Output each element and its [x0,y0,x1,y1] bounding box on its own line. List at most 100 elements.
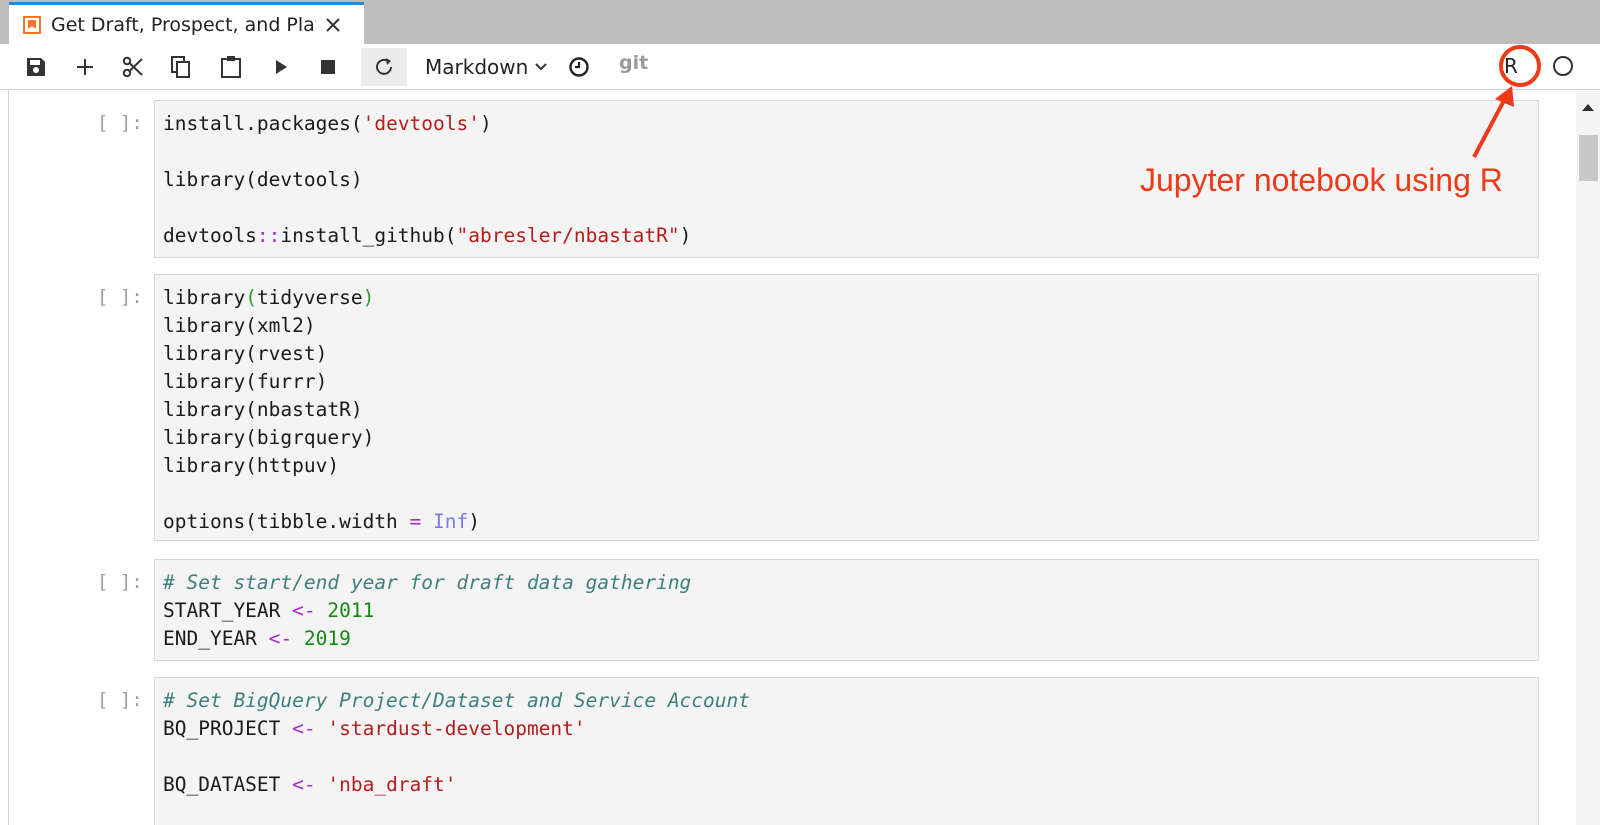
code-line: # Set start/end year for draft data gath… [163,569,1530,597]
code-line: library(bigrquery) [163,424,1530,452]
cut-button[interactable] [110,48,156,86]
jupyterlab-window: Get Draft, Prospect, and Player Data.ipy… [0,0,1600,825]
chevron-down-icon [534,62,548,72]
code-token: library(rvest) [163,342,328,365]
history-button[interactable] [556,48,602,86]
code-line: BQ_DATASET <- 'nba_draft' [163,771,1530,799]
close-icon[interactable] [322,14,344,36]
code-token: library(bigrquery) [163,426,375,449]
save-icon [27,58,45,76]
code-token: install.packages( [163,112,363,135]
code-line: library(httpuv) [163,452,1530,480]
code-token: library(nbastatR) [163,398,363,421]
run-icon [276,60,287,74]
tab-bar: Get Draft, Prospect, and Player Data.ipy… [0,0,1600,45]
cell-type-label: Markdown [425,55,529,79]
code-token: 'stardust-development' [327,717,586,740]
code-line: # Set BigQuery Project/Dataset and Servi… [163,687,1530,715]
code-token: ( [245,286,257,309]
git-button[interactable]: git [619,52,648,74]
code-token: = [409,510,422,533]
kernel-name[interactable]: R [1504,54,1518,78]
code-line: library(xml2) [163,312,1530,340]
restart-icon [376,58,392,75]
code-line: library(rvest) [163,340,1530,368]
code-line: options(tibble.width = Inf) [163,508,1530,536]
code-token: 'devtools' [362,112,480,135]
copy-button[interactable] [158,48,204,86]
code-token: :: [256,224,281,247]
code-token: 2011 [327,599,375,622]
cell-editor[interactable]: library(tidyverse) library(xml2) library(r… [154,274,1539,541]
code-token: tidyverse [256,286,363,309]
code-token: options(tibble.width [163,510,410,533]
stop-icon [321,60,335,74]
code-token: BQ_PROJECT [163,717,293,740]
code-token: ) [362,286,375,309]
code-token: <- [292,773,316,796]
code-token: START_YEAR [163,599,293,622]
paste-icon [221,56,241,78]
code-token: <- [268,627,293,650]
code-token: devtools [163,224,257,247]
code-token: ) [468,510,481,533]
code-line: BQ_PROJECT <- 'stardust-development' [163,715,1530,743]
code-token: <- [292,599,316,622]
scroll-up-icon[interactable] [1580,100,1596,116]
notebook-icon [23,16,41,34]
code-token: ) [480,112,492,135]
tab-title: Get Draft, Prospect, and Player Data.ipy… [51,14,316,36]
save-button[interactable] [13,48,59,86]
code-line: START_YEAR <- 2011 [163,597,1530,625]
kernel-status-indicator [1553,56,1573,76]
code-token: library(xml2) [163,314,316,337]
restart-button[interactable] [361,48,407,86]
execution-prompt: [ ]: [97,571,143,593]
notebook-tab[interactable]: Get Draft, Prospect, and Player Data.ipy… [9,2,364,45]
clock-icon [569,57,589,77]
paste-button[interactable] [208,48,254,86]
code-token: # Set BigQuery Project/Dataset and Servi… [163,689,750,712]
notebook-toolbar: Markdown git R [0,44,1600,90]
scrollbar-thumb[interactable] [1579,135,1598,181]
code-line: library(tidyverse) [163,284,1530,312]
code-token: # Set start/end year for draft data gath… [163,571,692,594]
code-token: "abresler/nbastatR" [456,224,680,247]
code-token: library [163,286,246,309]
code-token: install_github( [280,224,457,247]
execution-prompt: [ ]: [97,286,143,308]
run-button[interactable] [258,48,304,86]
copy-icon [171,56,190,78]
add-cell-button[interactable] [62,48,108,86]
code-line: END_YEAR <- 2019 [163,625,1530,653]
code-line: library(furrr) [163,368,1530,396]
interrupt-button[interactable] [305,48,351,86]
code-token: BQ_DATASET [163,773,293,796]
code-token: <- [292,717,316,740]
code-line: devtools::install_github("abresler/nbast… [163,222,1530,250]
code-token: library(devtools) [163,168,363,191]
annotation-label: Jupyter notebook using R [1140,162,1503,198]
notebook-panel: [ ]: install.packages('devtools') library… [8,90,1569,825]
cell-editor[interactable]: # Set BigQuery Project/Dataset and Servi… [154,677,1539,825]
code-token: library(furrr) [163,370,328,393]
cut-icon [122,56,143,78]
code-token: 2019 [303,627,351,650]
execution-prompt: [ ]: [97,689,143,711]
cell-type-select[interactable]: Markdown [425,48,548,86]
code-token: library(httpuv) [163,454,340,477]
code-line: install.packages('devtools') [163,110,1530,138]
code-token: 'nba_draft' [327,773,457,796]
code-line: library(nbastatR) [163,396,1530,424]
vertical-scrollbar[interactable] [1576,90,1600,825]
add-icon [77,59,93,75]
code-token: END_YEAR [163,627,269,650]
code-token: Inf [433,510,469,533]
cell-editor[interactable]: # Set start/end year for draft data gath… [154,559,1539,661]
